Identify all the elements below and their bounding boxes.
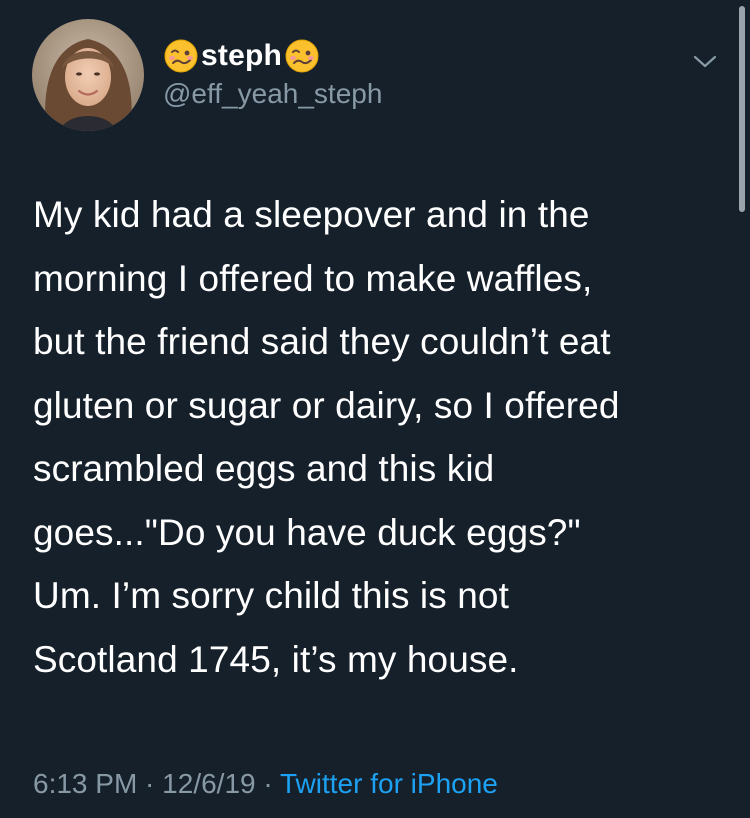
tweet-line: Scotland 1745, it’s my house. [33,638,519,680]
meta-separator: · [137,768,163,799]
tweet-line: goes..."Do you have duck eggs?" [33,511,581,553]
tweet-line: but the friend said they couldn’t eat [33,321,611,362]
tweet-meta: 6:13 PM · 12/6/19 · Twitter for iPhone [33,768,498,800]
display-name[interactable]: steph [201,39,282,73]
chevron-down-icon[interactable] [690,52,720,72]
tweet-source-link[interactable]: Twitter for iPhone [280,768,498,799]
woozy-face-icon [285,39,319,73]
user-handle[interactable]: @eff_yeah_steph [163,78,382,110]
avatar[interactable] [32,19,144,131]
scrollbar[interactable] [739,6,745,212]
tweet-line: gluten or sugar or dairy, so I offered [33,384,620,426]
tweet-text: My kid had a sleepover and in the mornin… [33,183,733,691]
tweet-line: My kid had a sleepover and in the [33,194,590,235]
tweet-date[interactable]: 12/6/19 [162,768,255,799]
woozy-face-icon [164,39,198,73]
meta-separator: · [255,768,280,799]
tweet-line: morning I offered to make waffles, [33,257,593,299]
tweet-line: Um. I’m sorry child this is not [33,575,509,616]
name-row[interactable]: steph [163,36,320,76]
tweet-card: steph @eff_yeah_steph My kid had a sleep… [0,0,750,818]
tweet-line: scrambled eggs and this kid [33,448,495,489]
tweet-time[interactable]: 6:13 PM [33,768,137,799]
